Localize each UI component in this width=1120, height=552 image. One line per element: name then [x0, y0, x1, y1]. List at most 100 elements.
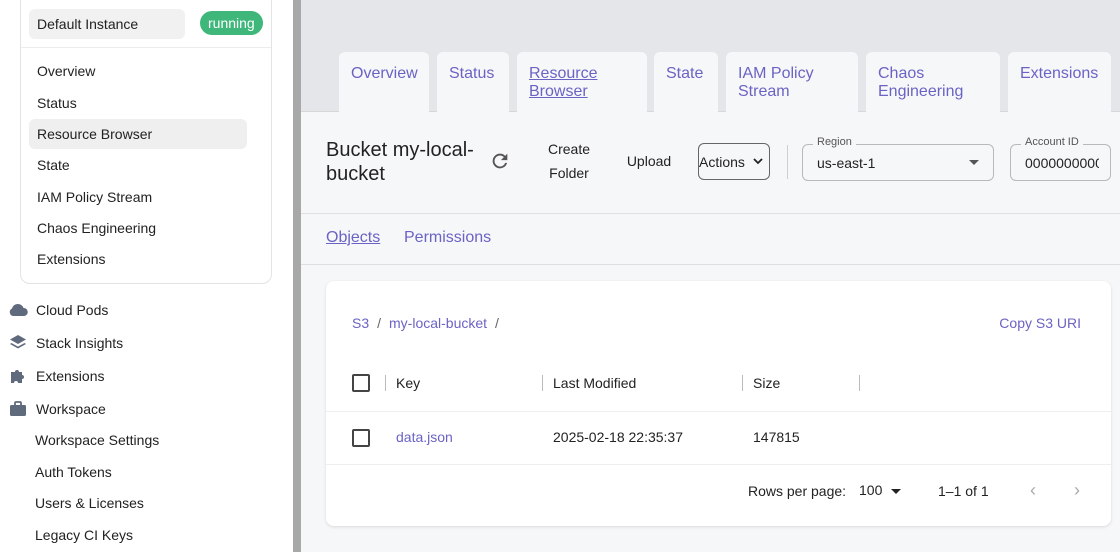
- tab-label: Overview: [351, 65, 418, 82]
- account-id-label: Account ID: [1021, 136, 1083, 148]
- nav-label: Workspace: [36, 401, 106, 417]
- sidebar-item-label: State: [37, 157, 70, 173]
- rows-per-page-value: 100: [859, 482, 883, 498]
- cloud-icon: [8, 300, 28, 320]
- sidebar-item-label: Status: [37, 95, 77, 111]
- sidebar: Default Instance running Overview Status…: [0, 0, 293, 552]
- sidebar-item-label: Overview: [37, 63, 96, 79]
- tab-label: Extensions: [1020, 65, 1099, 82]
- nav-stack-insights[interactable]: Stack Insights: [8, 331, 123, 355]
- breadcrumb-separator: /: [495, 315, 499, 331]
- region-value: us-east-1: [817, 155, 876, 171]
- rows-per-page-label: Rows per page:: [748, 483, 847, 499]
- previous-page-icon[interactable]: ‹: [1023, 480, 1043, 500]
- puzzle-icon: [8, 366, 28, 386]
- caret-down-icon: [891, 489, 901, 494]
- column-separator: [542, 375, 543, 391]
- sidebar-item-auth-tokens[interactable]: Auth Tokens: [35, 460, 112, 484]
- sidebar-item-chaos-engineering[interactable]: Chaos Engineering: [29, 213, 247, 243]
- chevron-down-icon: [753, 158, 763, 165]
- tab-label: Chaos Engineering: [878, 65, 964, 100]
- column-separator: [742, 375, 743, 391]
- region-select[interactable]: Region us-east-1: [802, 136, 994, 181]
- nav-cloud-pods[interactable]: Cloud Pods: [8, 298, 108, 322]
- instance-card: Default Instance running Overview Status…: [20, 0, 272, 284]
- region-label: Region: [813, 136, 856, 148]
- objects-card: S3 / my-local-bucket / Copy S3 URI Key L…: [326, 281, 1111, 526]
- column-separator: [385, 375, 386, 391]
- sidebar-item-extensions[interactable]: Extensions: [29, 244, 247, 274]
- tab-label: Status: [449, 65, 495, 82]
- breadcrumb-separator: /: [377, 315, 382, 331]
- instance-divider: [21, 47, 271, 48]
- tab-objects[interactable]: Objects: [326, 229, 380, 247]
- create-folder-button[interactable]: Create Folder: [541, 137, 597, 185]
- tab-overview[interactable]: Overview: [339, 52, 429, 112]
- table-header: Key Last Modified Size: [326, 366, 1111, 412]
- nav-workspace[interactable]: Workspace: [8, 397, 106, 421]
- copy-s3-uri-button[interactable]: Copy S3 URI: [999, 315, 1081, 331]
- actions-select[interactable]: Actions: [698, 143, 770, 180]
- breadcrumb-s3[interactable]: S3: [352, 315, 369, 331]
- tab-label: State: [666, 65, 704, 82]
- rows-per-page-select[interactable]: 100: [859, 482, 907, 502]
- sidebar-item-label: Extensions: [37, 251, 106, 267]
- sidebar-item-label: Auth Tokens: [35, 464, 112, 480]
- table-row[interactable]: data.json 2025-02-18 22:35:37 147815: [326, 412, 1111, 465]
- sidebar-item-legacy-ci-keys[interactable]: Legacy CI Keys: [35, 523, 133, 547]
- sidebar-item-state[interactable]: State: [29, 150, 247, 180]
- breadcrumb-bucket[interactable]: my-local-bucket: [389, 315, 487, 331]
- next-page-icon[interactable]: ›: [1067, 480, 1087, 500]
- sidebar-resize-handle[interactable]: [293, 0, 301, 552]
- sidebar-item-resource-browser[interactable]: Resource Browser: [29, 119, 247, 149]
- nav-label: Extensions: [36, 368, 105, 384]
- bucket-toolbar: Bucket my-local-bucket Create Folder Upl…: [301, 112, 1120, 214]
- sidebar-item-label: Chaos Engineering: [37, 220, 157, 236]
- tab-label: Resource Browser: [529, 65, 598, 100]
- column-header-key[interactable]: Key: [396, 375, 420, 391]
- sidebar-item-overview[interactable]: Overview: [29, 56, 247, 86]
- object-last-modified: 2025-02-18 22:35:37: [553, 429, 683, 445]
- column-header-size[interactable]: Size: [753, 375, 780, 391]
- object-size: 147815: [753, 429, 800, 445]
- tab-status[interactable]: Status: [437, 52, 509, 112]
- sidebar-item-label: Users & Licenses: [35, 495, 144, 511]
- sidebar-item-status[interactable]: Status: [29, 88, 247, 118]
- toolbar-divider: [787, 145, 788, 179]
- sidebar-item-iam-policy-stream[interactable]: IAM Policy Stream: [29, 182, 247, 212]
- tab-bar: Overview Status Resource Browser State I…: [301, 0, 1120, 112]
- sidebar-item-workspace-settings[interactable]: Workspace Settings: [35, 428, 159, 452]
- caret-down-icon: [969, 160, 979, 165]
- column-header-last-modified[interactable]: Last Modified: [553, 375, 636, 391]
- row-checkbox[interactable]: [352, 429, 370, 447]
- account-id-field[interactable]: Account ID 000000000000: [1010, 136, 1111, 181]
- tab-chaos-engineering[interactable]: Chaos Engineering: [866, 52, 1000, 112]
- sidebar-item-label: Legacy CI Keys: [35, 527, 134, 543]
- instance-selector[interactable]: Default Instance: [29, 9, 185, 39]
- tab-permissions[interactable]: Permissions: [404, 229, 491, 247]
- object-key-link[interactable]: data.json: [396, 429, 453, 445]
- nav-label: Cloud Pods: [36, 302, 109, 318]
- tab-resource-browser[interactable]: Resource Browser: [517, 52, 647, 112]
- status-badge: running: [200, 11, 263, 35]
- nav-extensions[interactable]: Extensions: [8, 364, 104, 388]
- page-title: Bucket my-local-bucket: [326, 139, 474, 185]
- upload-button[interactable]: Upload: [621, 149, 677, 173]
- tab-state[interactable]: State: [654, 52, 718, 112]
- nav-label: Stack Insights: [36, 335, 124, 351]
- refresh-icon[interactable]: [489, 150, 511, 172]
- tab-iam-policy-stream[interactable]: IAM Policy Stream: [726, 52, 858, 112]
- sidebar-item-users-licenses[interactable]: Users & Licenses: [35, 491, 144, 515]
- main-content: Overview Status Resource Browser State I…: [301, 0, 1120, 552]
- sidebar-item-label: IAM Policy Stream: [37, 189, 153, 205]
- column-separator: [859, 375, 860, 391]
- select-all-checkbox[interactable]: [352, 374, 370, 392]
- sidebar-item-label: Resource Browser: [37, 126, 153, 142]
- briefcase-icon: [8, 399, 28, 419]
- tab-extensions[interactable]: Extensions: [1008, 52, 1111, 112]
- table-pagination: Rows per page: 100 1–1 of 1 ‹ ›: [326, 466, 1111, 514]
- layers-icon: [8, 333, 28, 353]
- tab-label: IAM Policy Stream: [738, 65, 814, 100]
- account-id-value: 000000000000: [1025, 155, 1099, 171]
- pagination-range: 1–1 of 1: [938, 483, 989, 499]
